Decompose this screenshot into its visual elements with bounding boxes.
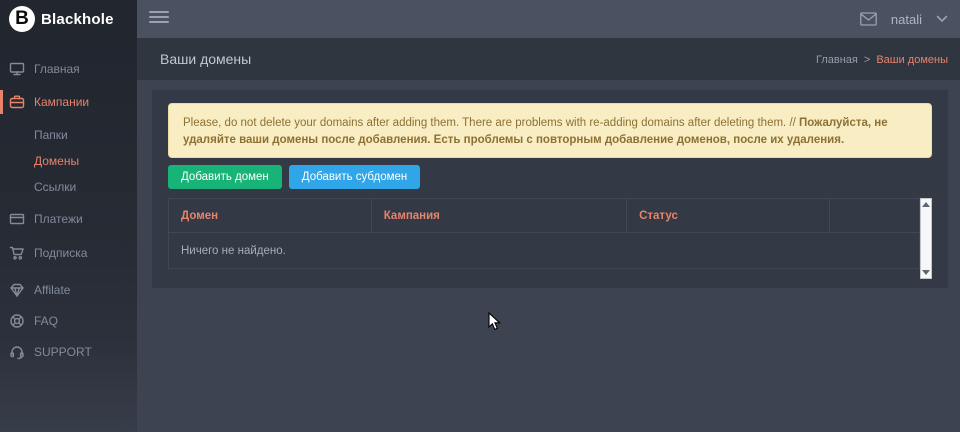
page-title: Ваши домены <box>160 51 251 67</box>
user-menu[interactable]: natali <box>891 12 922 27</box>
add-domain-button[interactable]: Добавить домен <box>168 165 282 189</box>
brand-logo[interactable]: B Blackhole <box>0 0 137 38</box>
headset-icon <box>9 344 25 360</box>
scroll-down-icon[interactable] <box>922 270 930 275</box>
sidebar-item-label: Главная <box>34 62 80 76</box>
monitor-icon <box>9 61 25 77</box>
sidebar-item-label: Папки <box>34 128 68 142</box>
sidebar-item-folders[interactable]: Папки <box>0 123 137 147</box>
sidebar-item-support[interactable]: SUPPORT <box>0 340 137 364</box>
briefcase-icon <box>9 94 25 110</box>
breadcrumb-home[interactable]: Главная <box>816 54 858 66</box>
app-window: B Blackhole Главная Кампании Папки Домен… <box>0 0 960 432</box>
warning-alert: Please, do not delete your domains after… <box>168 103 932 158</box>
credit-card-icon <box>9 211 25 227</box>
sidebar-item-domains[interactable]: Домены <box>0 149 137 173</box>
sidebar: B Blackhole Главная Кампании Папки Домен… <box>0 0 137 432</box>
brand-logo-icon: B <box>9 6 35 32</box>
sidebar-item-label: Кампании <box>34 95 89 109</box>
sidebar-item-label: Домены <box>34 154 79 168</box>
page-header: Ваши домены Главная > Ваши домены <box>137 38 960 80</box>
sidebar-item-links[interactable]: Ссылки <box>0 175 137 199</box>
sidebar-item-label: Платежи <box>34 212 83 226</box>
domains-table: Домен Кампания Статус Ничего не найдено. <box>168 198 920 269</box>
domains-card: Please, do not delete your domains after… <box>152 90 948 288</box>
sidebar-item-main[interactable]: Главная <box>0 57 137 81</box>
table-row-empty: Ничего не найдено. <box>169 233 920 269</box>
mail-icon[interactable] <box>860 12 877 26</box>
domains-table-container: Домен Кампания Статус Ничего не найдено. <box>168 198 932 279</box>
chevron-down-icon[interactable] <box>936 15 948 23</box>
content-area: Please, do not delete your domains after… <box>137 80 960 432</box>
sidebar-item-label: FAQ <box>34 314 58 328</box>
add-subdomain-button[interactable]: Добавить субдомен <box>289 165 420 189</box>
column-header-campaign: Кампания <box>371 199 626 233</box>
scroll-up-icon[interactable] <box>922 202 930 207</box>
empty-state-text: Ничего не найдено. <box>169 233 920 269</box>
column-header-actions <box>829 199 919 233</box>
sidebar-item-label: Подписка <box>34 246 87 260</box>
table-header-row: Домен Кампания Статус <box>169 199 920 233</box>
sidebar-item-affiliate[interactable]: Affilate <box>0 278 137 302</box>
topbar: natali <box>137 0 960 38</box>
column-header-status: Статус <box>627 199 830 233</box>
lifebuoy-icon <box>9 313 25 329</box>
sidebar-item-payments[interactable]: Платежи <box>0 207 137 231</box>
table-scrollbar[interactable] <box>920 198 932 279</box>
brand-name: Blackhole <box>41 11 114 28</box>
breadcrumb-separator-icon: > <box>864 54 870 66</box>
sidebar-item-campaigns[interactable]: Кампании <box>0 90 137 114</box>
breadcrumb: Главная > Ваши домены <box>816 54 948 66</box>
sidebar-item-label: Ссылки <box>34 180 76 194</box>
sidebar-item-faq[interactable]: FAQ <box>0 309 137 333</box>
sidebar-item-subscription[interactable]: Подписка <box>0 241 137 265</box>
alert-text-en: Please, do not delete your domains after… <box>183 117 799 129</box>
column-header-domain: Домен <box>169 199 372 233</box>
gem-icon <box>9 282 25 298</box>
cart-icon <box>9 245 25 261</box>
menu-toggle-icon[interactable] <box>149 11 169 26</box>
action-buttons: Добавить домен Добавить субдомен <box>168 165 932 189</box>
sidebar-item-label: Affilate <box>34 283 70 297</box>
sidebar-item-label: SUPPORT <box>34 345 92 359</box>
breadcrumb-current[interactable]: Ваши домены <box>876 54 948 66</box>
